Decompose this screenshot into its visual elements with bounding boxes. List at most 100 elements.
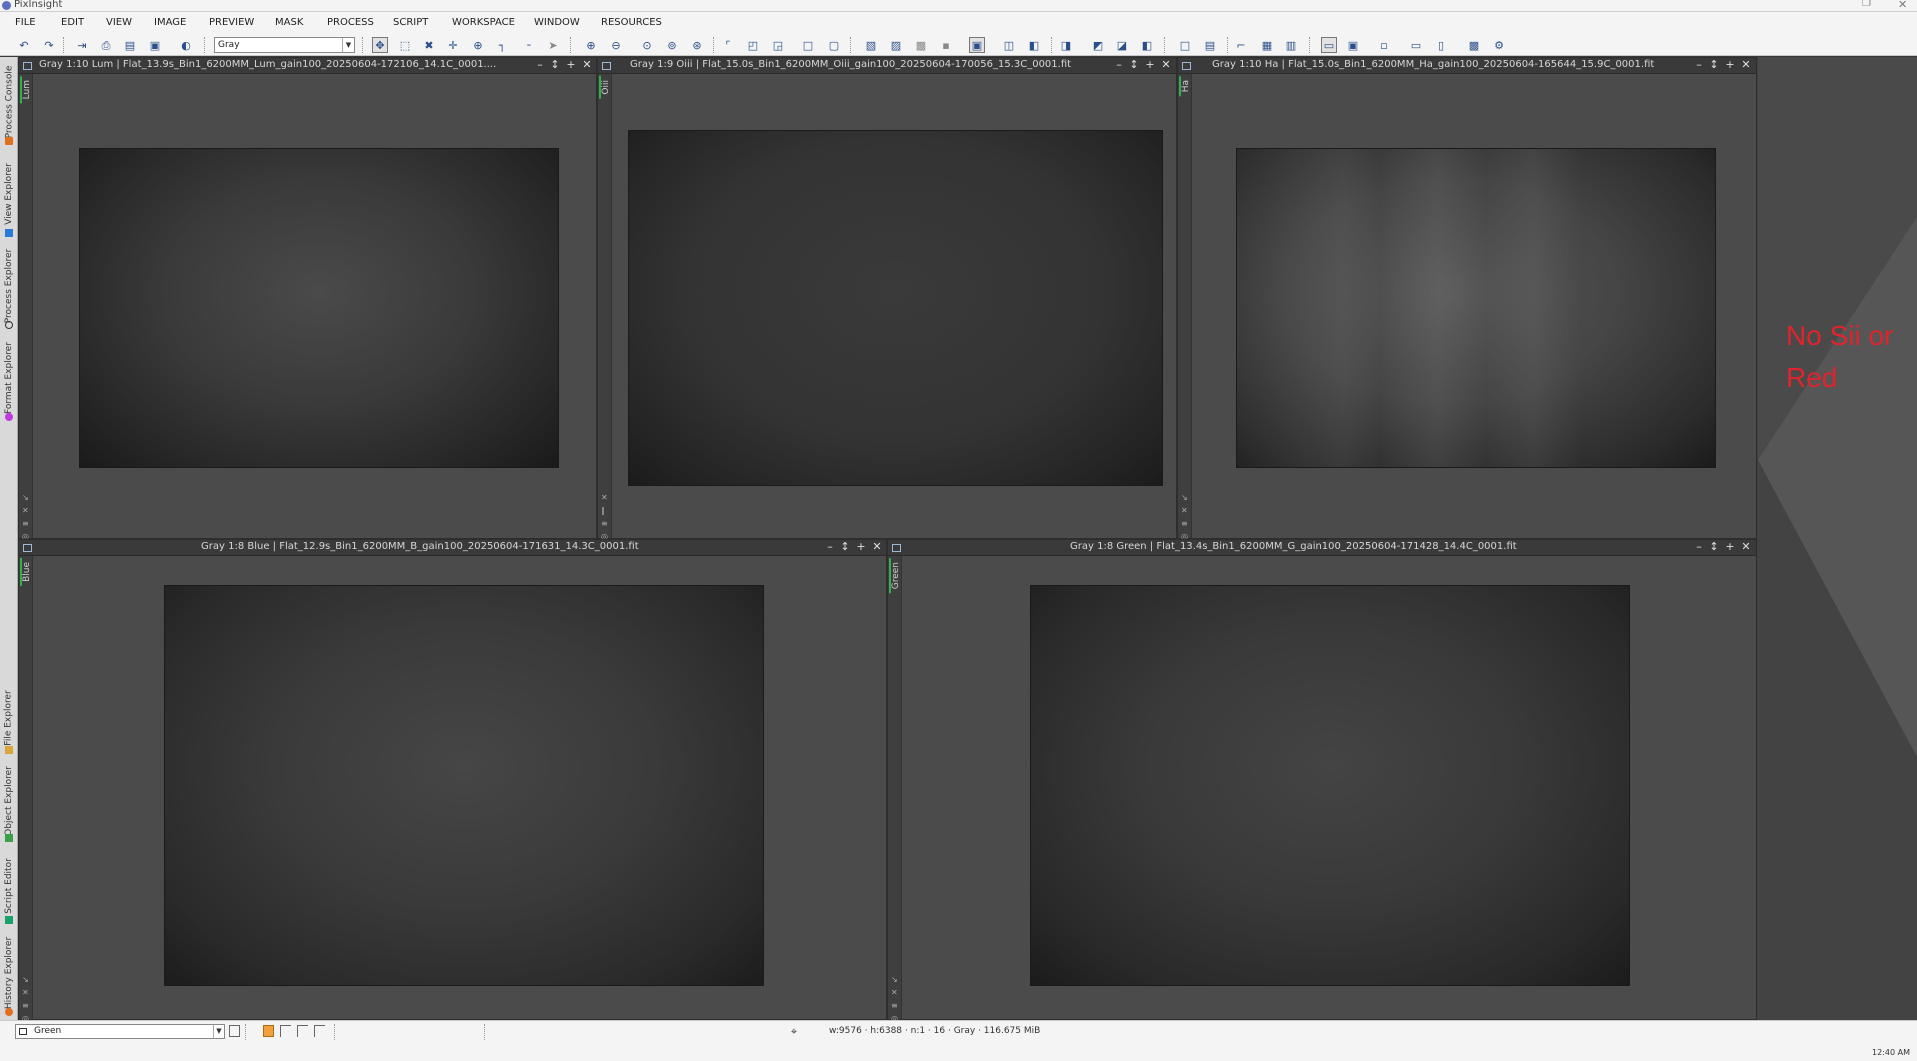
close-icon[interactable]: ✕ bbox=[871, 540, 883, 553]
view-info-icon[interactable] bbox=[229, 1025, 240, 1037]
target-icon[interactable]: ⊕ bbox=[470, 37, 486, 53]
zoom-1-1-icon[interactable]: ⊙ bbox=[639, 37, 655, 53]
zoom-in-icon[interactable]: ⊕ bbox=[583, 37, 599, 53]
export-icon[interactable]: ▩ bbox=[1466, 37, 1482, 53]
tab-process-console[interactable]: Process Console bbox=[1, 57, 17, 147]
maximize-icon[interactable]: + bbox=[1144, 58, 1156, 71]
corner-tl-icon[interactable] bbox=[280, 1025, 291, 1037]
menu-edit[interactable]: EDIT bbox=[61, 17, 84, 28]
menu-resources[interactable]: RESOURCES bbox=[601, 17, 662, 28]
window-title-bar[interactable]: Gray 1:9 Oiii | Flat_15.0s_Bin1_6200MM_O… bbox=[598, 58, 1176, 74]
preview-mode-icon[interactable]: ◧ bbox=[1026, 37, 1042, 53]
minimize-icon[interactable]: – bbox=[534, 58, 546, 71]
shade-icon[interactable]: ↕ bbox=[839, 540, 851, 553]
image-canvas[interactable] bbox=[628, 130, 1163, 486]
restore-window-button[interactable]: ❐ bbox=[1862, 0, 1871, 9]
minimize-icon[interactable]: – bbox=[1693, 58, 1705, 71]
zoom-mode-icon[interactable]: ⬚ bbox=[397, 37, 413, 53]
tab-script-editor[interactable]: Script Editor bbox=[1, 846, 17, 926]
edit-preview-icon[interactable]: ┐ bbox=[494, 37, 510, 53]
crosshair-icon[interactable]: ⌖ bbox=[786, 1023, 802, 1039]
close-icon[interactable]: ✕ bbox=[1740, 540, 1752, 553]
tab-history-explorer[interactable]: History Explorer bbox=[1, 928, 17, 1018]
save-icon[interactable]: ▤ bbox=[122, 37, 138, 53]
color-swatch-icon[interactable] bbox=[263, 1025, 274, 1037]
zoom-fit-icon[interactable]: ⊚ bbox=[664, 37, 680, 53]
close-icon[interactable]: ✕ bbox=[1160, 58, 1172, 71]
mask-icon[interactable]: ◐ bbox=[178, 37, 194, 53]
menu-window[interactable]: WINDOW bbox=[534, 17, 580, 28]
auto-stretch-icon[interactable]: ◲ bbox=[770, 37, 786, 53]
resize-icon[interactable]: ↘ bbox=[1181, 494, 1188, 502]
resize-icon[interactable]: ↘ bbox=[22, 976, 29, 984]
image-window-blue[interactable]: Gray 1:8 Blue | Flat_12.9s_Bin1_6200MM_B… bbox=[18, 539, 887, 1023]
zoom-out-icon[interactable]: ⊖ bbox=[608, 37, 624, 53]
menu-process[interactable]: PROCESS bbox=[327, 17, 374, 28]
layout-2-icon[interactable]: ▤ bbox=[1202, 37, 1218, 53]
redo-icon[interactable]: ↷ bbox=[41, 37, 57, 53]
menu-mask[interactable]: MASK bbox=[275, 17, 303, 28]
layout-1-icon[interactable]: □ bbox=[1177, 37, 1193, 53]
menu-script[interactable]: SCRIPT bbox=[393, 17, 428, 28]
corner-bl-icon[interactable] bbox=[314, 1025, 325, 1037]
window-title-bar[interactable]: Gray 1:8 Green | Flat_13.4s_Bin1_6200MM_… bbox=[888, 540, 1756, 556]
view-id-tab[interactable]: Blue bbox=[19, 558, 32, 586]
shade-icon[interactable]: ↕ bbox=[1708, 58, 1720, 71]
view-id-tab[interactable]: Green bbox=[888, 558, 901, 594]
mask-color-icon[interactable]: ◧ bbox=[1139, 37, 1155, 53]
display-icon[interactable]: ▫ bbox=[1376, 37, 1392, 53]
screen-transfer-icon[interactable]: ▢ bbox=[826, 37, 842, 53]
colorspace-select[interactable]: Gray ▼ bbox=[214, 37, 355, 53]
window-title-bar[interactable]: Gray 1:8 Blue | Flat_12.9s_Bin1_6200MM_B… bbox=[19, 540, 886, 556]
cascade-icon[interactable]: ▦ bbox=[1259, 37, 1275, 53]
link-icon[interactable]: ≡ bbox=[22, 520, 29, 528]
link-icon[interactable]: ≡ bbox=[22, 1002, 29, 1010]
lock-icon[interactable]: ✕ bbox=[22, 507, 29, 515]
image-canvas[interactable] bbox=[1236, 148, 1716, 468]
close-icon[interactable]: ✕ bbox=[1740, 58, 1752, 71]
image-window-oiii[interactable]: Gray 1:9 Oiii | Flat_15.0s_Bin1_6200MM_O… bbox=[597, 57, 1177, 541]
move-icon[interactable]: ✛ bbox=[445, 37, 461, 53]
maximize-icon[interactable]: + bbox=[565, 58, 577, 71]
monitor-icon[interactable]: ▭ bbox=[1321, 37, 1337, 53]
link-icon[interactable]: ≡ bbox=[891, 1002, 898, 1010]
mask-show-icon[interactable]: ◨ bbox=[1058, 37, 1074, 53]
stf-icon[interactable]: ◰ bbox=[745, 37, 761, 53]
image-canvas[interactable] bbox=[164, 585, 764, 986]
menu-image[interactable]: IMAGE bbox=[154, 17, 186, 28]
window-title-bar[interactable]: Gray 1:10 Ha | Flat_15.0s_Bin1_6200MM_Ha… bbox=[1178, 58, 1756, 74]
menu-view[interactable]: VIEW bbox=[106, 17, 132, 28]
lock-icon[interactable]: ✕ bbox=[1181, 507, 1188, 515]
settings-icon[interactable]: ⚙ bbox=[1491, 37, 1507, 53]
readout-mode-icon[interactable]: ✖ bbox=[421, 37, 437, 53]
corner-tr-icon[interactable] bbox=[297, 1025, 308, 1037]
track-view-icon[interactable]: □ bbox=[800, 37, 816, 53]
script-icon[interactable]: ▧ bbox=[863, 37, 879, 53]
view-id-tab[interactable]: Oiii bbox=[598, 76, 611, 99]
open-icon[interactable]: ⇥ bbox=[74, 37, 90, 53]
close-window-button[interactable]: ✕ bbox=[1898, 0, 1907, 11]
menu-file[interactable]: FILE bbox=[15, 17, 36, 28]
view-selector[interactable]: Green ▼ bbox=[15, 1024, 225, 1039]
lock-icon[interactable]: ✕ bbox=[22, 989, 29, 997]
shade-icon[interactable]: ↕ bbox=[1708, 540, 1720, 553]
zoom-to-fit-icon[interactable]: ⊛ bbox=[689, 37, 705, 53]
select-arrow-icon[interactable]: ➤ bbox=[545, 37, 561, 53]
pause-icon[interactable]: ‖ bbox=[601, 507, 605, 515]
tab-view-explorer[interactable]: View Explorer bbox=[1, 149, 17, 239]
dynamic-crop-icon[interactable]: ╶ bbox=[519, 37, 535, 53]
lock-icon[interactable]: ✕ bbox=[891, 989, 898, 997]
preview-icon[interactable]: ▣ bbox=[969, 37, 985, 53]
minimize-icon[interactable]: – bbox=[1113, 58, 1125, 71]
image-window-green[interactable]: Gray 1:8 Green | Flat_13.4s_Bin1_6200MM_… bbox=[887, 539, 1757, 1023]
tab-file-explorer[interactable]: File Explorer bbox=[1, 680, 17, 756]
process-icon[interactable]: ▨ bbox=[888, 37, 904, 53]
link-icon[interactable]: ≡ bbox=[601, 520, 608, 528]
link-icon[interactable]: ≡ bbox=[1181, 520, 1188, 528]
minimize-icon[interactable]: – bbox=[1693, 540, 1705, 553]
save-as-icon[interactable]: ▣ bbox=[147, 37, 163, 53]
image-window-lum[interactable]: Gray 1:10 Lum | Flat_13.9s_Bin1_6200MM_L… bbox=[18, 57, 597, 541]
new-preview-icon[interactable]: ◫ bbox=[1001, 37, 1017, 53]
maximize-icon[interactable]: + bbox=[1724, 540, 1736, 553]
minimize-icon[interactable]: – bbox=[824, 540, 836, 553]
